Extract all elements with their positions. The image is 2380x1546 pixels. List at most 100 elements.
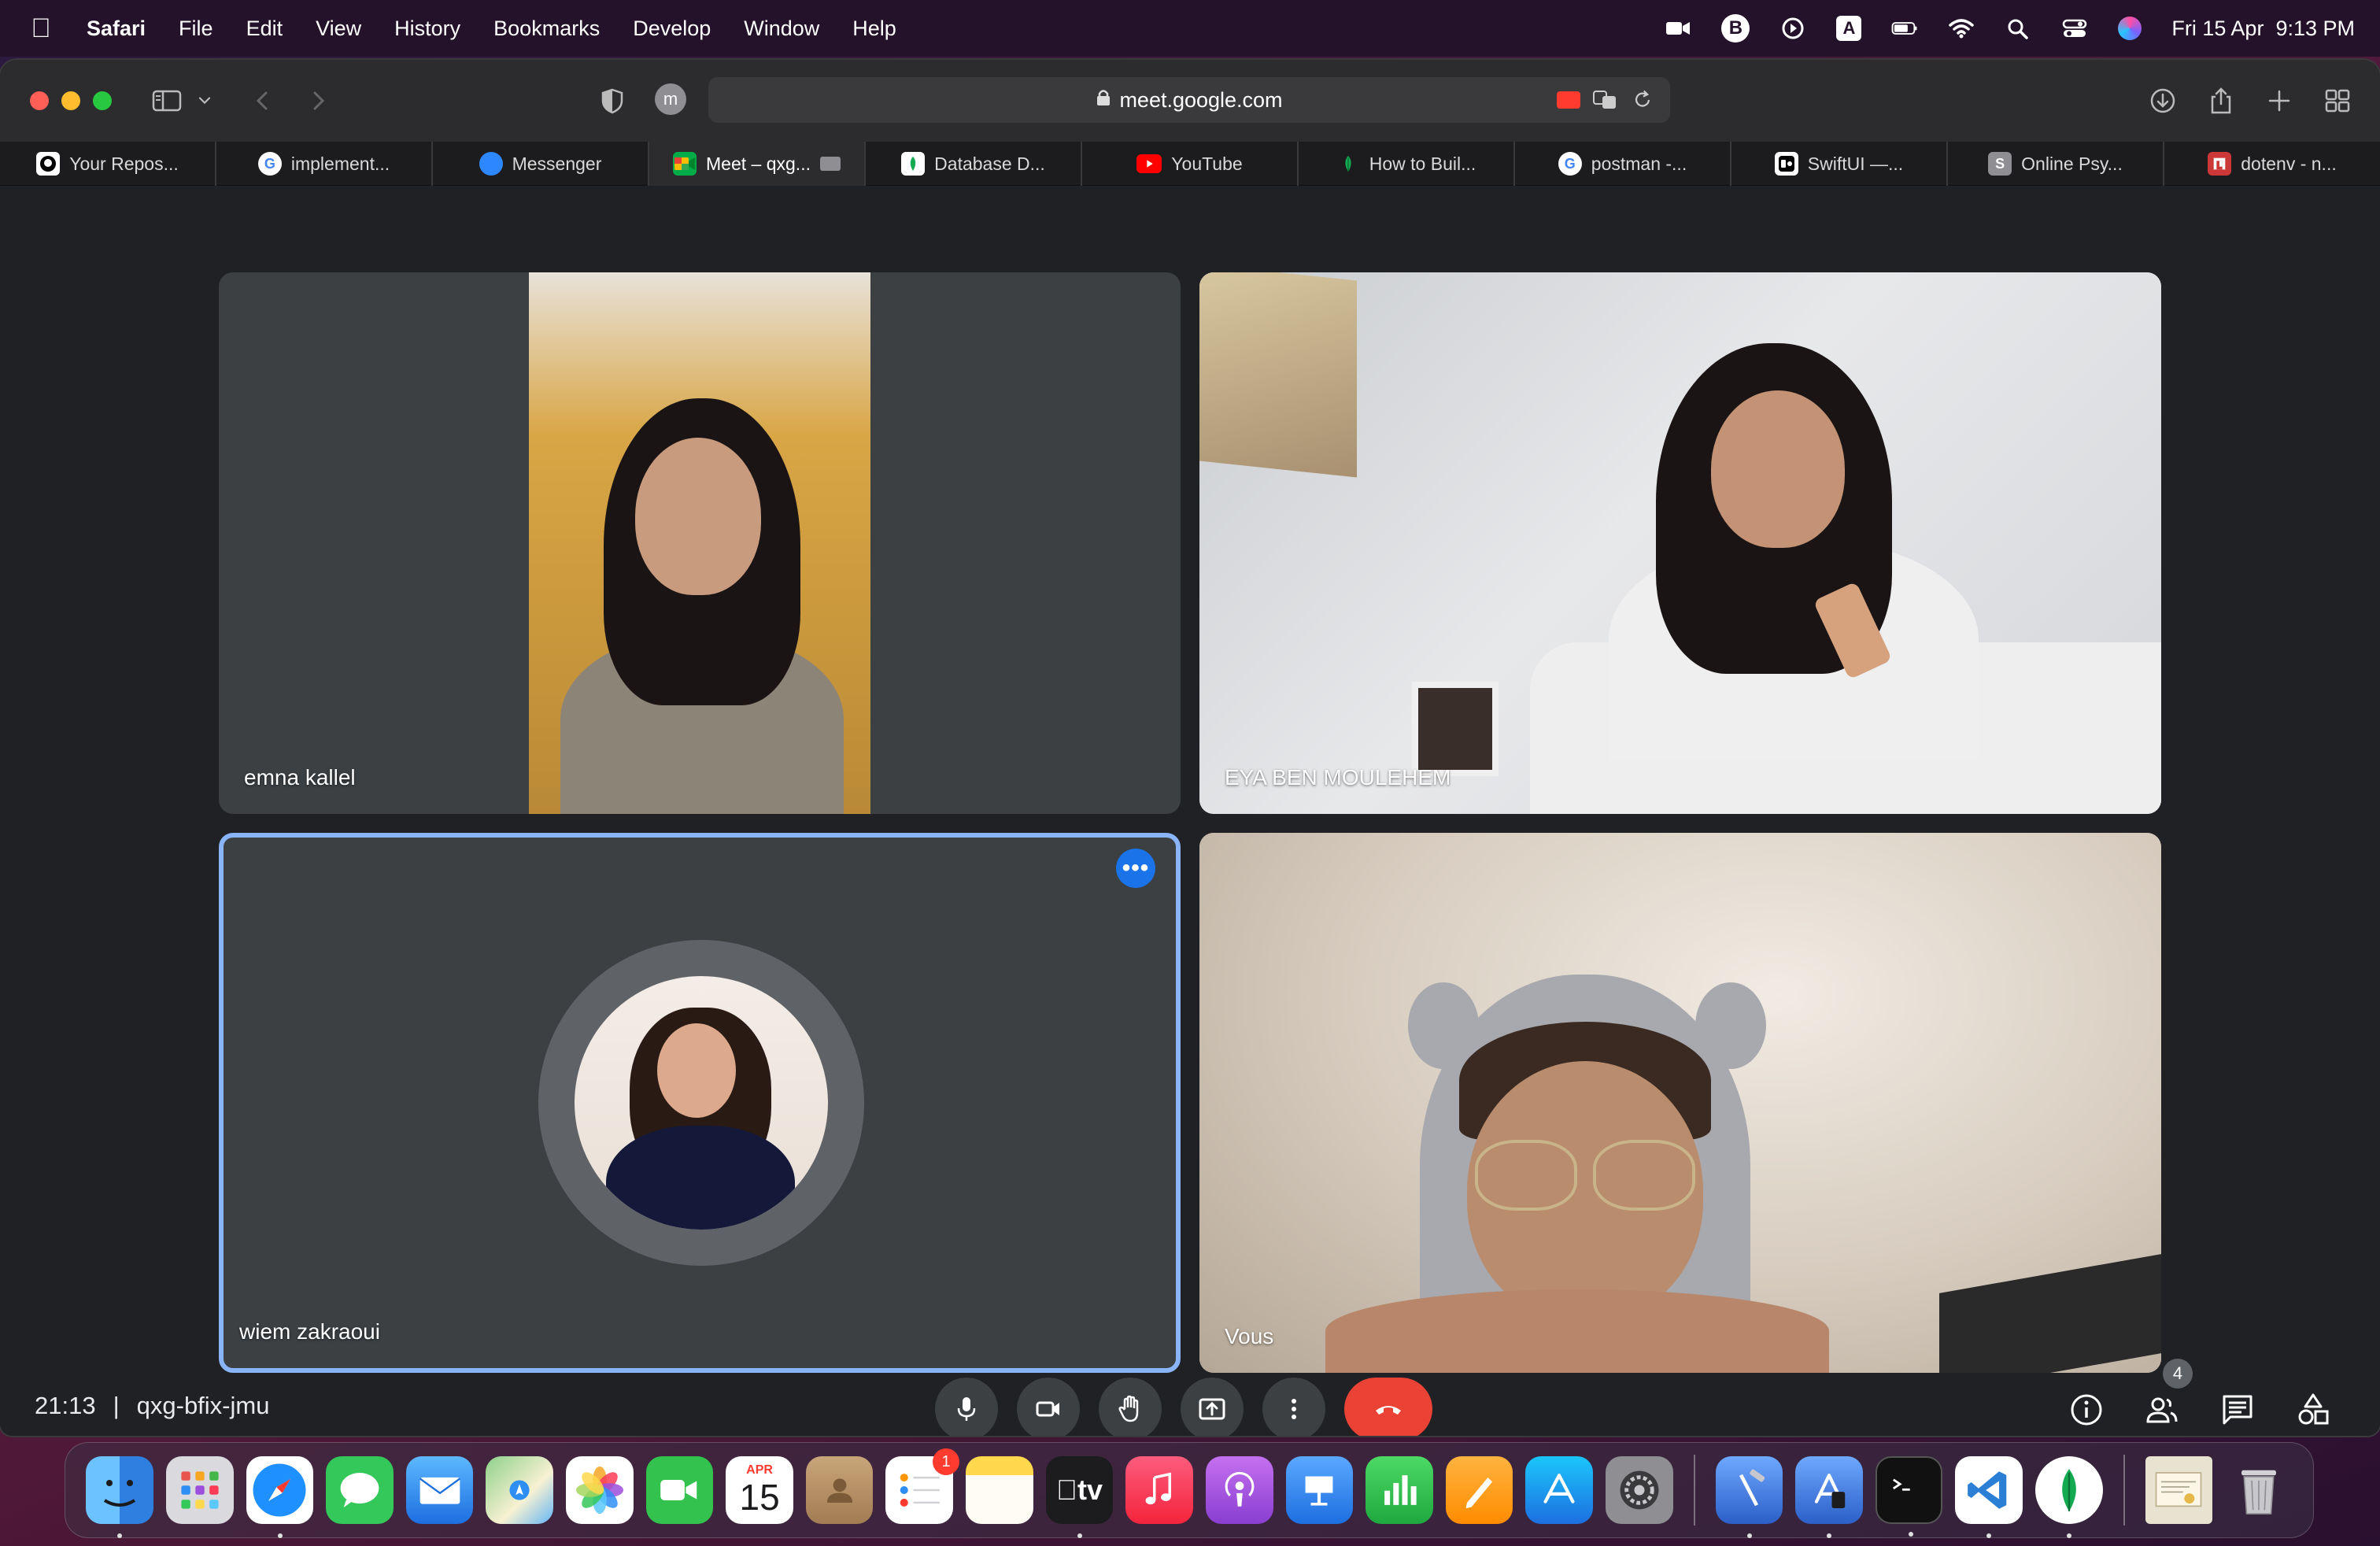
vscode-icon[interactable] <box>1955 1456 2023 1538</box>
terminal-icon[interactable] <box>1875 1456 1943 1537</box>
translate-icon[interactable] <box>1591 87 1618 113</box>
tab-github[interactable]: Your Repos... <box>0 142 216 186</box>
menu-bar:  Safari File Edit View History Bookmark… <box>0 0 2380 57</box>
participant-tile[interactable]: EYA BEN MOULEHEM <box>1199 272 2161 814</box>
app-store-icon[interactable] <box>1525 1456 1593 1524</box>
a-square-icon[interactable]: A <box>1836 16 1862 41</box>
microphone-button[interactable] <box>935 1378 998 1436</box>
launchpad-icon[interactable] <box>166 1456 234 1524</box>
pages-icon[interactable] <box>1445 1456 1513 1524</box>
present-screen-button[interactable] <box>1181 1378 1244 1436</box>
control-center-icon[interactable] <box>2061 17 2088 40</box>
privacy-shield-icon[interactable] <box>595 85 630 117</box>
menu-history[interactable]: History <box>394 17 460 41</box>
participant-tile-speaking[interactable]: ••• wiem zakraoui <box>219 833 1181 1373</box>
messages-icon[interactable] <box>326 1456 394 1524</box>
people-button[interactable] <box>2141 1389 2183 1431</box>
facetime-icon[interactable] <box>645 1456 714 1524</box>
tab-overview-icon[interactable] <box>2320 85 2355 117</box>
tab-google-meet[interactable]: Meet – qxg... <box>649 142 866 186</box>
tab-swiftui[interactable]: SwiftUI —... <box>1731 142 1948 186</box>
activities-button[interactable] <box>2292 1389 2334 1431</box>
messenger-icon <box>479 152 503 176</box>
tab-how-to-build[interactable]: How to Buil... <box>1299 142 1515 186</box>
chat-button[interactable] <box>2216 1389 2259 1431</box>
wifi-icon[interactable] <box>1948 17 1975 40</box>
notes-icon[interactable] <box>966 1456 1033 1524</box>
hand-icon <box>1118 1395 1139 1422</box>
xcode-icon[interactable] <box>1715 1456 1783 1538</box>
fullscreen-window-button[interactable] <box>93 91 112 110</box>
menu-file[interactable]: File <box>179 17 213 41</box>
share-icon[interactable] <box>2204 85 2238 117</box>
reload-icon[interactable] <box>1629 87 1656 113</box>
apple-tv-icon[interactable]: tv <box>1045 1456 1114 1538</box>
play-circle-icon[interactable] <box>1779 17 1806 40</box>
meeting-details-button[interactable] <box>2065 1389 2108 1431</box>
siri-icon[interactable] <box>2118 17 2142 40</box>
close-window-button[interactable] <box>30 91 49 110</box>
participant-tile[interactable]: emna kallel <box>219 272 1181 814</box>
camera-button[interactable] <box>1017 1378 1080 1436</box>
mail-icon[interactable] <box>405 1456 474 1524</box>
music-icon[interactable] <box>1125 1456 1193 1524</box>
camera-in-use-icon[interactable] <box>1557 91 1580 109</box>
battery-icon[interactable] <box>1891 17 1918 40</box>
menu-help[interactable]: Help <box>852 17 896 41</box>
maps-icon[interactable] <box>486 1456 554 1524</box>
tab-online-psy[interactable]: S Online Psy... <box>1948 142 2164 186</box>
chevron-down-icon[interactable] <box>194 85 216 117</box>
back-arrow-icon[interactable] <box>246 85 280 117</box>
safari-icon[interactable] <box>246 1456 314 1538</box>
mongodb-compass-icon[interactable] <box>2035 1456 2103 1538</box>
raise-hand-button[interactable] <box>1099 1378 1162 1436</box>
profile-avatar[interactable]: m <box>655 83 686 115</box>
tab-messenger[interactable]: Messenger <box>433 142 649 186</box>
menu-develop[interactable]: Develop <box>633 17 711 41</box>
photos-icon[interactable] <box>566 1456 634 1524</box>
apple-menu-icon[interactable]:  <box>25 13 57 44</box>
reminders-icon[interactable]: 1 <box>885 1448 960 1524</box>
tab-label: dotenv - n... <box>2241 153 2337 174</box>
calendar-day: 15 <box>739 1477 780 1518</box>
b-circle-icon[interactable]: B <box>1721 14 1750 43</box>
tab-camera-icon <box>819 157 841 171</box>
self-view-tile[interactable]: Vous <box>1199 833 2161 1373</box>
menu-edit[interactable]: Edit <box>246 17 283 41</box>
menu-window[interactable]: Window <box>744 17 819 41</box>
calendar-icon[interactable]: APR 15 <box>726 1456 793 1524</box>
wall-painting <box>1199 272 1357 478</box>
address-bar[interactable]: meet.google.com <box>708 77 1670 123</box>
tab-youtube[interactable]: YouTube <box>1082 142 1299 186</box>
video-camera-icon[interactable] <box>1665 17 1691 40</box>
meet-stage: emna kallel EYA BEN MOULEHEM ••• wiem za… <box>0 186 2380 1436</box>
podcasts-icon[interactable] <box>1205 1456 1273 1524</box>
simulator-icon[interactable] <box>1795 1456 1863 1538</box>
leave-call-button[interactable] <box>1344 1378 1432 1436</box>
tab-dotenv[interactable]: dotenv - n... <box>2164 142 2380 186</box>
sidebar-toggle-icon[interactable] <box>150 85 184 117</box>
tab-label: SwiftUI —... <box>1807 153 1904 174</box>
new-tab-plus-icon[interactable] <box>2262 85 2297 117</box>
minimize-window-button[interactable] <box>61 91 80 110</box>
downloads-icon[interactable] <box>2145 85 2180 117</box>
system-preferences-icon[interactable] <box>1605 1456 1673 1524</box>
trash-icon[interactable] <box>2225 1456 2293 1524</box>
tab-google-implement[interactable]: G implement... <box>216 142 433 186</box>
more-options-button[interactable]: ••• <box>1116 849 1155 888</box>
forward-arrow-icon[interactable] <box>301 85 335 117</box>
menu-app-name[interactable]: Safari <box>87 17 146 41</box>
spotlight-search-icon[interactable] <box>2005 17 2031 40</box>
contacts-icon[interactable] <box>805 1456 874 1524</box>
url-text: meet.google.com <box>1119 87 1283 112</box>
numbers-icon[interactable] <box>1366 1456 1433 1524</box>
more-options-button[interactable] <box>1262 1378 1325 1436</box>
menubar-clock[interactable]: Fri 15 Apr 9:13 PM <box>2171 17 2355 41</box>
menu-bookmarks[interactable]: Bookmarks <box>493 17 600 41</box>
keynote-icon[interactable] <box>1285 1456 1354 1524</box>
tab-database[interactable]: Database D... <box>866 142 1082 186</box>
finder-icon[interactable] <box>86 1456 153 1538</box>
document-icon[interactable] <box>2145 1456 2213 1524</box>
menu-view[interactable]: View <box>316 17 361 41</box>
tab-postman[interactable]: G postman -... <box>1515 142 1731 186</box>
